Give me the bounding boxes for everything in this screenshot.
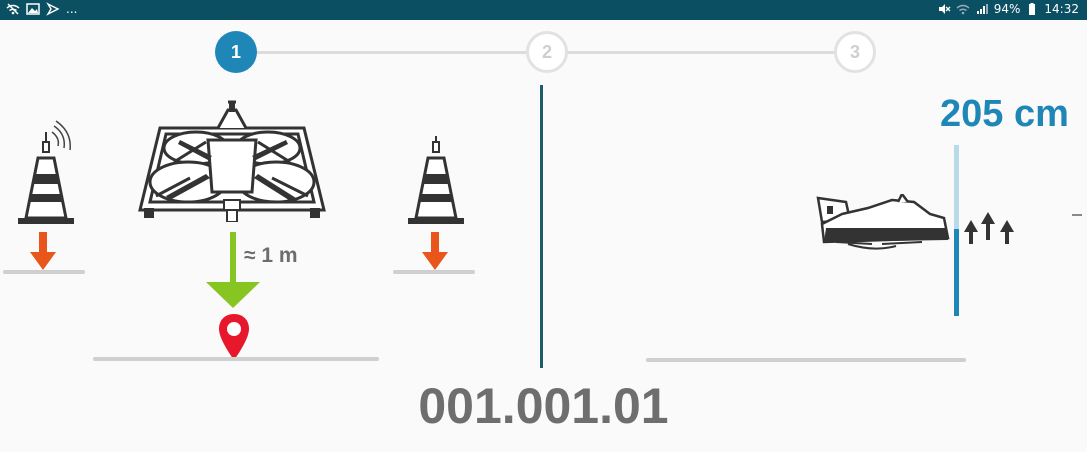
ground-line-height (646, 358, 966, 362)
stepper-line-1-2 (255, 51, 535, 54)
tick-mark (1072, 214, 1082, 216)
height-bar-fill (954, 229, 959, 316)
ground-line-drone (93, 357, 379, 361)
mute-icon (937, 2, 951, 16)
status-bar-right: 94% 14:32 (937, 2, 1079, 16)
status-time: 14:32 (1044, 2, 1079, 16)
status-bar-left: ... (6, 2, 77, 16)
image-icon (26, 2, 40, 16)
wifi-off-icon (6, 2, 20, 16)
step-2[interactable]: 2 (526, 31, 568, 73)
up-arrows-icon (964, 212, 1014, 244)
height-label: 205 cm (940, 93, 1069, 135)
drone-side-icon (816, 194, 950, 250)
step-1[interactable]: 1 (215, 31, 257, 73)
status-more: ... (66, 2, 78, 16)
down-arrow-icon (30, 232, 56, 270)
cone-icon (408, 136, 464, 224)
down-arrow-icon (422, 232, 448, 270)
height-bar-track (954, 145, 959, 229)
battery-percent: 94% (993, 2, 1021, 16)
battery-icon (1025, 2, 1039, 16)
step-3[interactable]: 3 (834, 31, 876, 73)
ground-line-right (393, 270, 475, 274)
location-pin-icon (219, 314, 249, 360)
drone-icon (138, 100, 326, 222)
signal-icon (975, 2, 989, 16)
wifi-icon (956, 2, 970, 16)
panel-divider (540, 85, 543, 368)
step-code: 001.001.01 (418, 378, 669, 434)
distance-label: ≈ 1 m (244, 244, 298, 267)
stepper-line-2-3 (565, 51, 840, 54)
notification-icon (46, 2, 60, 16)
status-bar: ... 94% 14:32 (0, 0, 1087, 20)
ground-line-left (3, 270, 85, 274)
beacon-cone-icon (18, 120, 74, 224)
